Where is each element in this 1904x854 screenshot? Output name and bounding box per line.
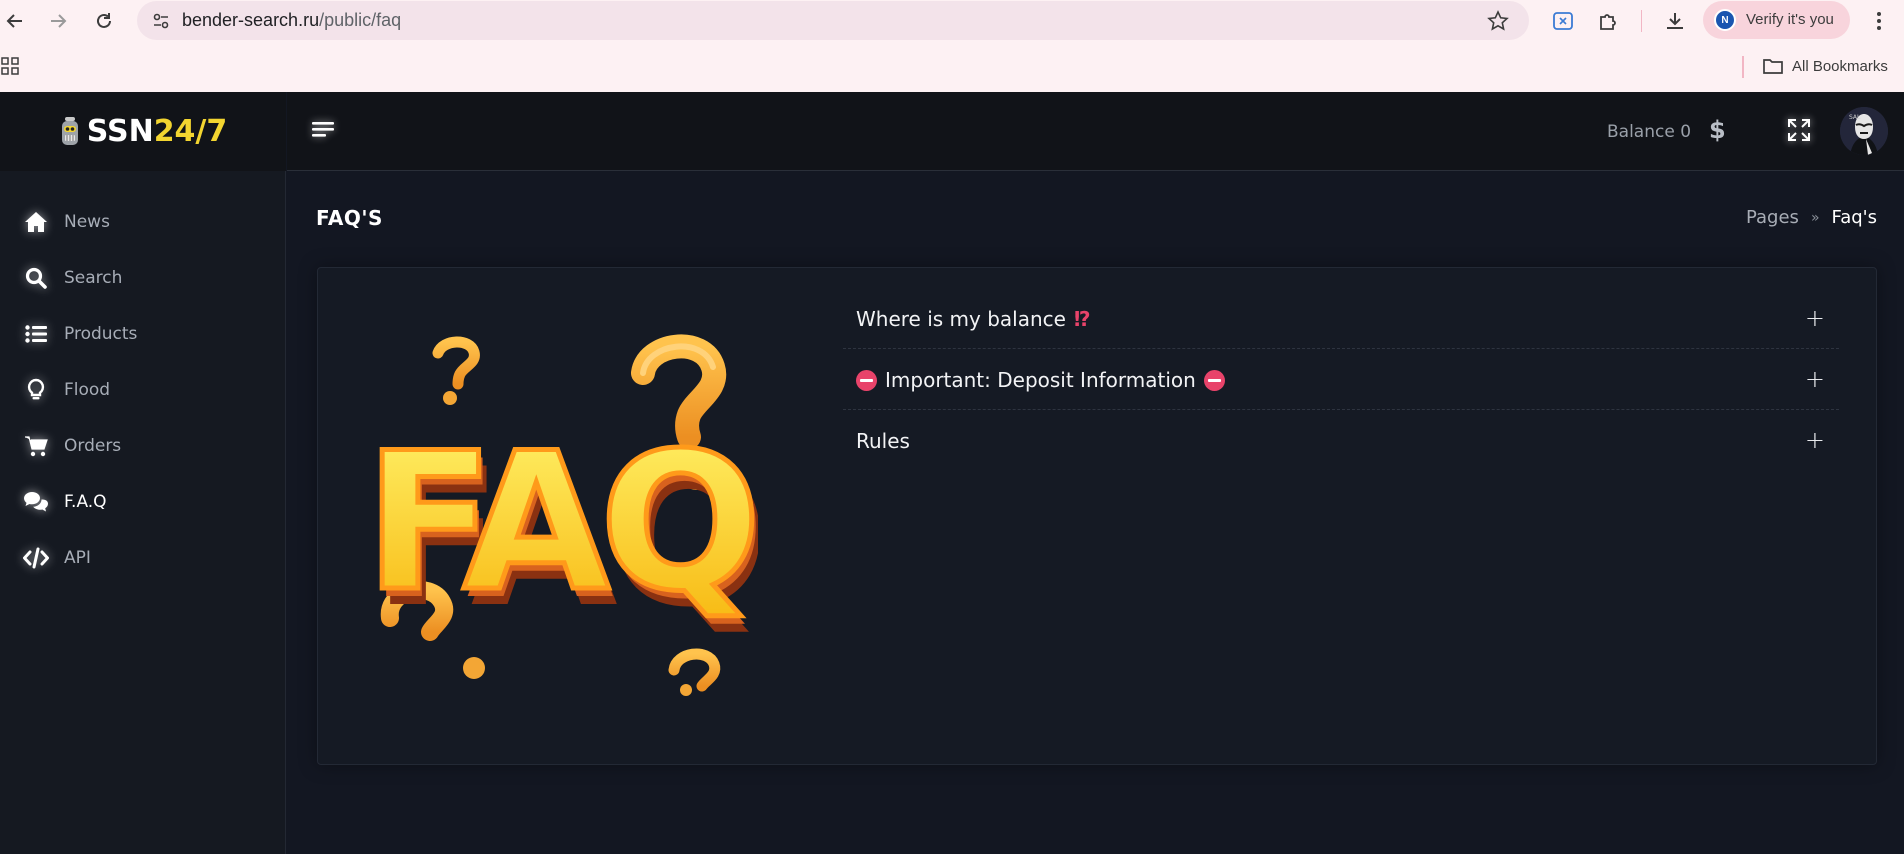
kebab-menu-icon <box>1877 12 1881 30</box>
brand-text-white: SSN <box>86 114 154 149</box>
faq-item-title: Where is my balance ⁉ <box>856 307 1091 331</box>
robot-mascot-icon <box>61 116 78 145</box>
question-mark-small-bottom <box>668 648 721 696</box>
faq-accordion: Where is my balance ⁉ + Important: Depos… <box>843 288 1839 471</box>
faq-illustration: FAQ FAQ FAQ <box>378 334 758 696</box>
faq-card: FAQ FAQ FAQ Where is my balance ⁉ + Impo… <box>317 267 1877 765</box>
sidebar-item-label: Search <box>64 268 123 288</box>
back-arrow-icon <box>6 14 22 28</box>
forward-button[interactable] <box>45 8 71 34</box>
brand-text-yellow: 24/7 <box>153 114 228 149</box>
cart-icon <box>22 432 50 460</box>
faq-letters: FAQ <box>378 412 752 633</box>
sidebar-item-label: API <box>64 548 91 568</box>
sidebar-item-api[interactable]: API <box>22 543 91 573</box>
expand-plus-icon[interactable]: + <box>1805 426 1825 454</box>
sidebar-item-orders[interactable]: Orders <box>22 431 121 461</box>
sidebar: SSN24/7 News Search Products Flood Order… <box>0 92 286 854</box>
extensions-button[interactable] <box>1594 7 1622 35</box>
app-root: SSN24/7 News Search Products Flood Order… <box>0 92 1904 854</box>
profile-label: Verify it's you <box>1746 11 1834 28</box>
hamburger-icon <box>312 122 334 137</box>
list-icon <box>22 320 50 348</box>
bookmarks-divider <box>1742 56 1744 78</box>
extension-badge-icon <box>1553 12 1573 30</box>
faq-item-label: Where is my balance <box>856 307 1066 331</box>
no-entry-icon <box>856 369 877 391</box>
sidebar-item-flood[interactable]: Flood <box>22 375 110 405</box>
currency-icon[interactable]: $ <box>1709 116 1726 144</box>
svg-text:SAL: SAL <box>1849 114 1861 121</box>
address-bar[interactable]: bender-search.ru/public/faq <box>137 1 1529 40</box>
all-bookmarks-button[interactable]: All Bookmarks <box>1762 55 1888 77</box>
home-icon <box>22 208 50 236</box>
topbar: Balance 0 $ SAL <box>287 92 1904 171</box>
faq-item-title: Important: Deposit Information <box>856 368 1225 392</box>
faq-item-label: Important: Deposit Information <box>885 368 1196 392</box>
faq-item-rules[interactable]: Rules + <box>843 410 1839 471</box>
interrobang-icon: ⁉ <box>1073 307 1091 331</box>
code-icon <box>22 544 50 572</box>
breadcrumb-pages-link[interactable]: Pages <box>1746 207 1799 228</box>
faq-item-deposit[interactable]: Important: Deposit Information + <box>843 349 1839 410</box>
sidebar-item-label: F.A.Q <box>64 492 107 512</box>
toolbar-divider <box>1641 10 1642 32</box>
browser-chrome: bender-search.ru/public/faq N Verify it'… <box>0 0 1904 92</box>
main-content: FAQ'S Pages » Faq's FAQ FAQ FAQ Where is… <box>287 171 1904 854</box>
bookmarks-bar: All Bookmarks <box>0 46 1904 86</box>
expand-plus-icon[interactable]: + <box>1805 304 1825 332</box>
sidebar-item-news[interactable]: News <box>22 207 110 237</box>
url-text: bender-search.ru/public/faq <box>182 10 401 31</box>
fullscreen-icon <box>1788 119 1810 141</box>
no-entry-icon <box>1203 369 1225 391</box>
address-row: bender-search.ru/public/faq N Verify it'… <box>0 0 1904 42</box>
sidebar-item-search[interactable]: Search <box>22 263 122 293</box>
user-avatar[interactable]: SAL <box>1840 107 1888 155</box>
breadcrumb: Pages » Faq's <box>1746 207 1877 228</box>
lightbulb-icon <box>22 376 50 404</box>
bookmark-star-icon[interactable] <box>1487 10 1509 32</box>
question-mark-small-top <box>432 336 480 405</box>
forward-arrow-icon <box>51 14 67 28</box>
sidebar-item-products[interactable]: Products <box>22 319 137 349</box>
site-settings-icon[interactable] <box>151 11 171 31</box>
apps-grid-icon[interactable] <box>1 57 19 75</box>
profile-avatar: N <box>1714 9 1736 31</box>
user-avatar-image: SAL <box>1840 107 1888 155</box>
folder-icon <box>1763 59 1783 74</box>
faq-item-balance[interactable]: Where is my balance ⁉ + <box>843 288 1839 349</box>
expand-plus-icon[interactable]: + <box>1805 365 1825 393</box>
downloads-button[interactable] <box>1661 7 1689 35</box>
puzzle-icon <box>1600 14 1616 30</box>
sidebar-toggle-button[interactable] <box>311 120 335 140</box>
breadcrumb-separator: » <box>1810 209 1820 226</box>
profile-button[interactable]: N Verify it's you <box>1703 1 1850 39</box>
extension-button[interactable] <box>1549 7 1577 35</box>
download-icon <box>1667 13 1683 29</box>
faq-item-title: Rules <box>856 429 910 453</box>
faq-item-label: Rules <box>856 429 910 453</box>
chat-icon <box>22 488 50 516</box>
url-path: /public/faq <box>319 10 402 30</box>
fullscreen-button[interactable] <box>1787 118 1811 142</box>
search-icon <box>22 264 50 292</box>
sidebar-item-label: Orders <box>64 436 122 456</box>
all-bookmarks-label: All Bookmarks <box>1792 57 1888 75</box>
url-host: bender-search.ru <box>182 10 320 30</box>
browser-menu-button[interactable] <box>1865 7 1893 35</box>
sidebar-item-label: Flood <box>64 380 111 400</box>
back-button[interactable] <box>2 8 28 34</box>
reload-icon <box>97 13 111 28</box>
brand-logo[interactable]: SSN24/7 <box>0 92 286 171</box>
reload-button[interactable] <box>91 8 117 34</box>
sidebar-item-label: News <box>64 212 110 232</box>
page-title: FAQ'S <box>316 206 383 230</box>
breadcrumb-current: Faq's <box>1831 207 1877 228</box>
balance-label: Balance 0 <box>1607 122 1692 142</box>
sidebar-item-label: Products <box>64 324 138 344</box>
sidebar-item-faq[interactable]: F.A.Q <box>22 487 107 517</box>
brand-text: SSN24/7 <box>87 114 228 149</box>
